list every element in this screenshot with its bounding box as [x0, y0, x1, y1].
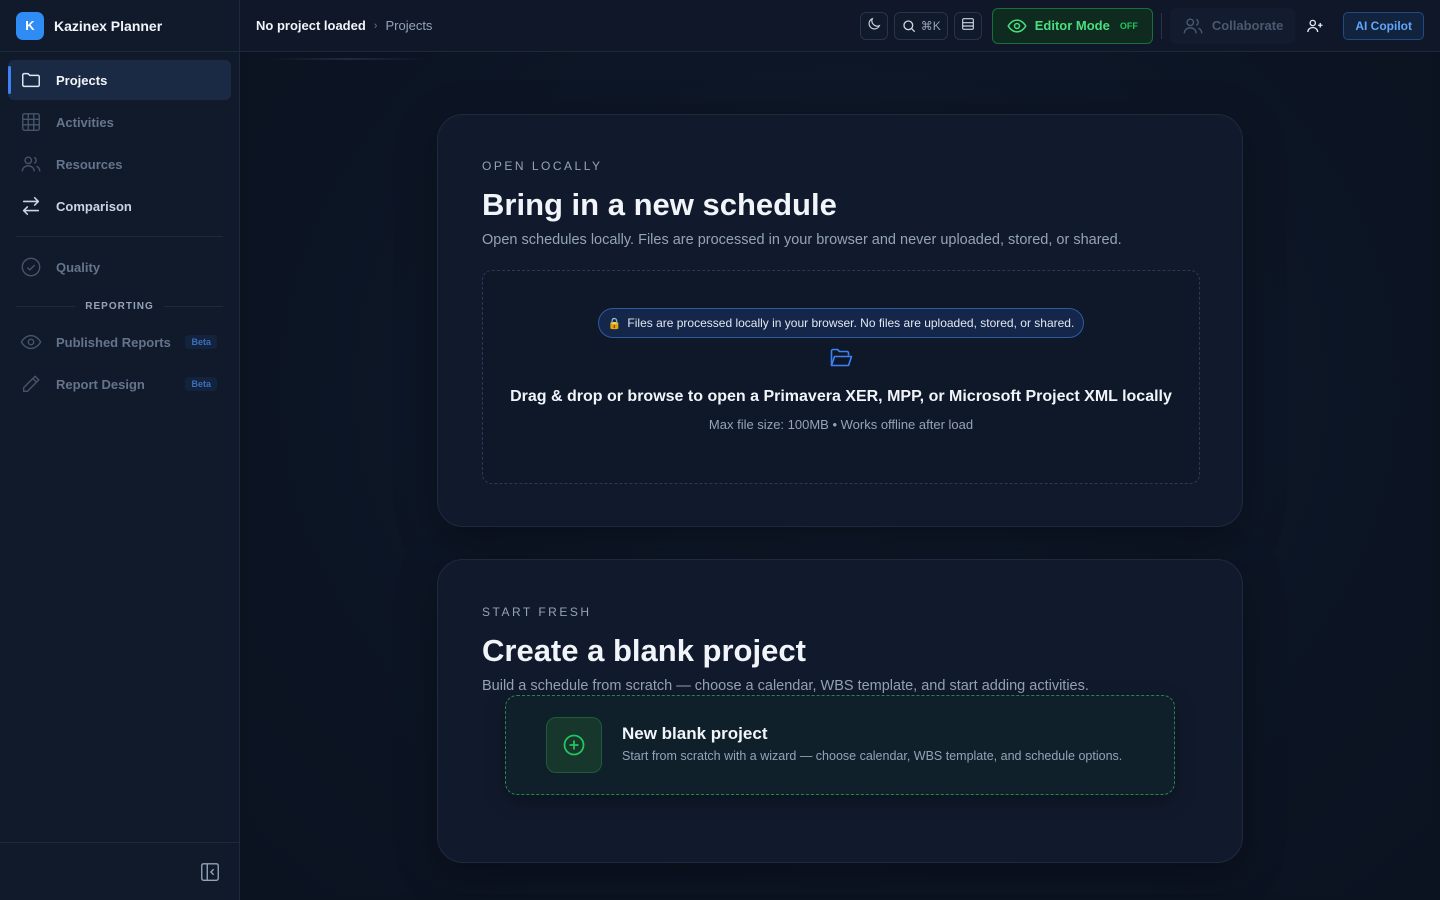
lock-icon: 🔒	[607, 317, 622, 330]
eye-icon	[20, 331, 42, 353]
open-locally-card: OPEN LOCALLY Bring in a new schedule Ope…	[437, 114, 1243, 527]
sidebar-item-projects[interactable]: Projects	[8, 60, 231, 100]
decorative-highlight	[268, 58, 428, 60]
sidebar-footer	[0, 842, 239, 900]
table-grid-icon	[20, 111, 42, 133]
check-circle-icon	[20, 256, 42, 278]
sidebar-divider	[16, 236, 223, 237]
sidebar-item-label: Published Reports	[56, 334, 171, 350]
sidebar-item-label: Comparison	[56, 198, 132, 214]
breadcrumb-project[interactable]: No project loaded	[256, 18, 366, 33]
folder-icon	[20, 69, 42, 91]
sidebar-item-activities[interactable]: Activities	[8, 102, 231, 142]
breadcrumb: No project loaded › Projects	[240, 18, 432, 33]
privacy-notice-text: Files are processed locally in your brow…	[627, 316, 1075, 330]
sidebar-item-report-design[interactable]: Report Design Beta	[8, 364, 231, 404]
breadcrumb-separator: ›	[373, 19, 378, 32]
users-icon	[1182, 15, 1212, 37]
collaborate-button[interactable]: Collaborate	[1169, 7, 1296, 44]
layout-toggle-button[interactable]	[953, 11, 982, 40]
panel-layout-icon	[960, 16, 976, 35]
editor-mode-state: OFF	[1119, 20, 1138, 31]
sidebar-item-label: Projects	[56, 72, 108, 88]
invite-user-button[interactable]	[1301, 12, 1329, 40]
sidebar-item-resources[interactable]: Resources	[8, 144, 231, 184]
eye-icon	[1007, 16, 1035, 36]
search-shortcut: ⌘K	[920, 18, 941, 33]
dropzone-subtitle: Max file size: 100MB • Works offline aft…	[708, 417, 974, 432]
moon-icon	[866, 16, 882, 35]
open-locally-title: Bring in a new schedule	[482, 187, 837, 222]
swap-arrows-icon	[20, 195, 42, 217]
folder-open-icon	[829, 347, 853, 369]
sidebar-item-label: Report Design	[56, 376, 145, 392]
sidebar-item-published-reports[interactable]: Published Reports Beta	[8, 322, 231, 362]
search-icon	[901, 18, 917, 34]
sidebar-item-label: Quality	[56, 259, 101, 275]
editor-mode-label: Editor Mode	[1034, 18, 1110, 33]
app-name: Kazinex Planner	[54, 17, 163, 34]
collaborate-label: Collaborate	[1211, 18, 1284, 33]
user-plus-icon	[1306, 17, 1324, 35]
sidebar-item-comparison[interactable]: Comparison	[8, 186, 231, 226]
users-icon	[20, 153, 42, 175]
file-dropzone[interactable]: 🔒 Files are processed locally in your br…	[482, 270, 1200, 484]
topbar-separator	[1160, 12, 1162, 39]
collapse-sidebar-icon[interactable]	[199, 861, 221, 883]
app-logo: K	[16, 11, 44, 40]
topbar: No project loaded › Projects ⌘K Editor M…	[240, 0, 1440, 52]
sidebar-nav: Projects Activities Resources Comparison	[0, 52, 239, 414]
open-locally-subtitle: Open schedules locally. Files are proces…	[482, 232, 1122, 248]
privacy-notice: 🔒 Files are processed locally in your br…	[598, 308, 1084, 338]
beta-badge: Beta	[185, 377, 217, 391]
new-blank-project-button[interactable]: New blank project Start from scratch wit…	[505, 695, 1175, 795]
topbar-actions: ⌘K Editor Mode OFF Collaborate AI Copilo…	[854, 7, 1440, 44]
ai-copilot-button[interactable]: AI Copilot	[1343, 11, 1424, 40]
breadcrumb-page: Projects	[385, 18, 433, 33]
start-fresh-eyebrow: START FRESH	[482, 605, 592, 619]
sidebar-item-quality[interactable]: Quality	[8, 247, 231, 287]
new-blank-project-title: New blank project	[622, 724, 768, 743]
start-fresh-subtitle: Build a schedule from scratch — choose a…	[482, 678, 1089, 694]
sidebar-item-label: Activities	[56, 114, 114, 130]
brand[interactable]: K Kazinex Planner	[0, 0, 239, 52]
search-button[interactable]: ⌘K	[893, 11, 948, 40]
sidebar-item-label: Resources	[56, 156, 123, 172]
pencil-icon	[20, 373, 42, 395]
editor-mode-toggle[interactable]: Editor Mode OFF	[991, 7, 1153, 44]
sidebar: K Kazinex Planner Projects Activities Re…	[0, 0, 240, 900]
main-content: OPEN LOCALLY Bring in a new schedule Ope…	[248, 52, 1432, 894]
beta-badge: Beta	[185, 335, 217, 349]
new-blank-project-subtitle: Start from scratch with a wizard — choos…	[622, 749, 1123, 763]
start-fresh-title: Create a blank project	[482, 633, 806, 668]
plus-circle-icon	[546, 717, 602, 773]
start-fresh-card: START FRESH Create a blank project Build…	[437, 559, 1243, 863]
theme-toggle-button[interactable]	[859, 11, 888, 40]
reporting-section-label: REPORTING	[16, 301, 223, 312]
open-locally-eyebrow: OPEN LOCALLY	[482, 159, 603, 173]
dropzone-title: Drag & drop or browse to open a Primaver…	[510, 388, 1172, 405]
